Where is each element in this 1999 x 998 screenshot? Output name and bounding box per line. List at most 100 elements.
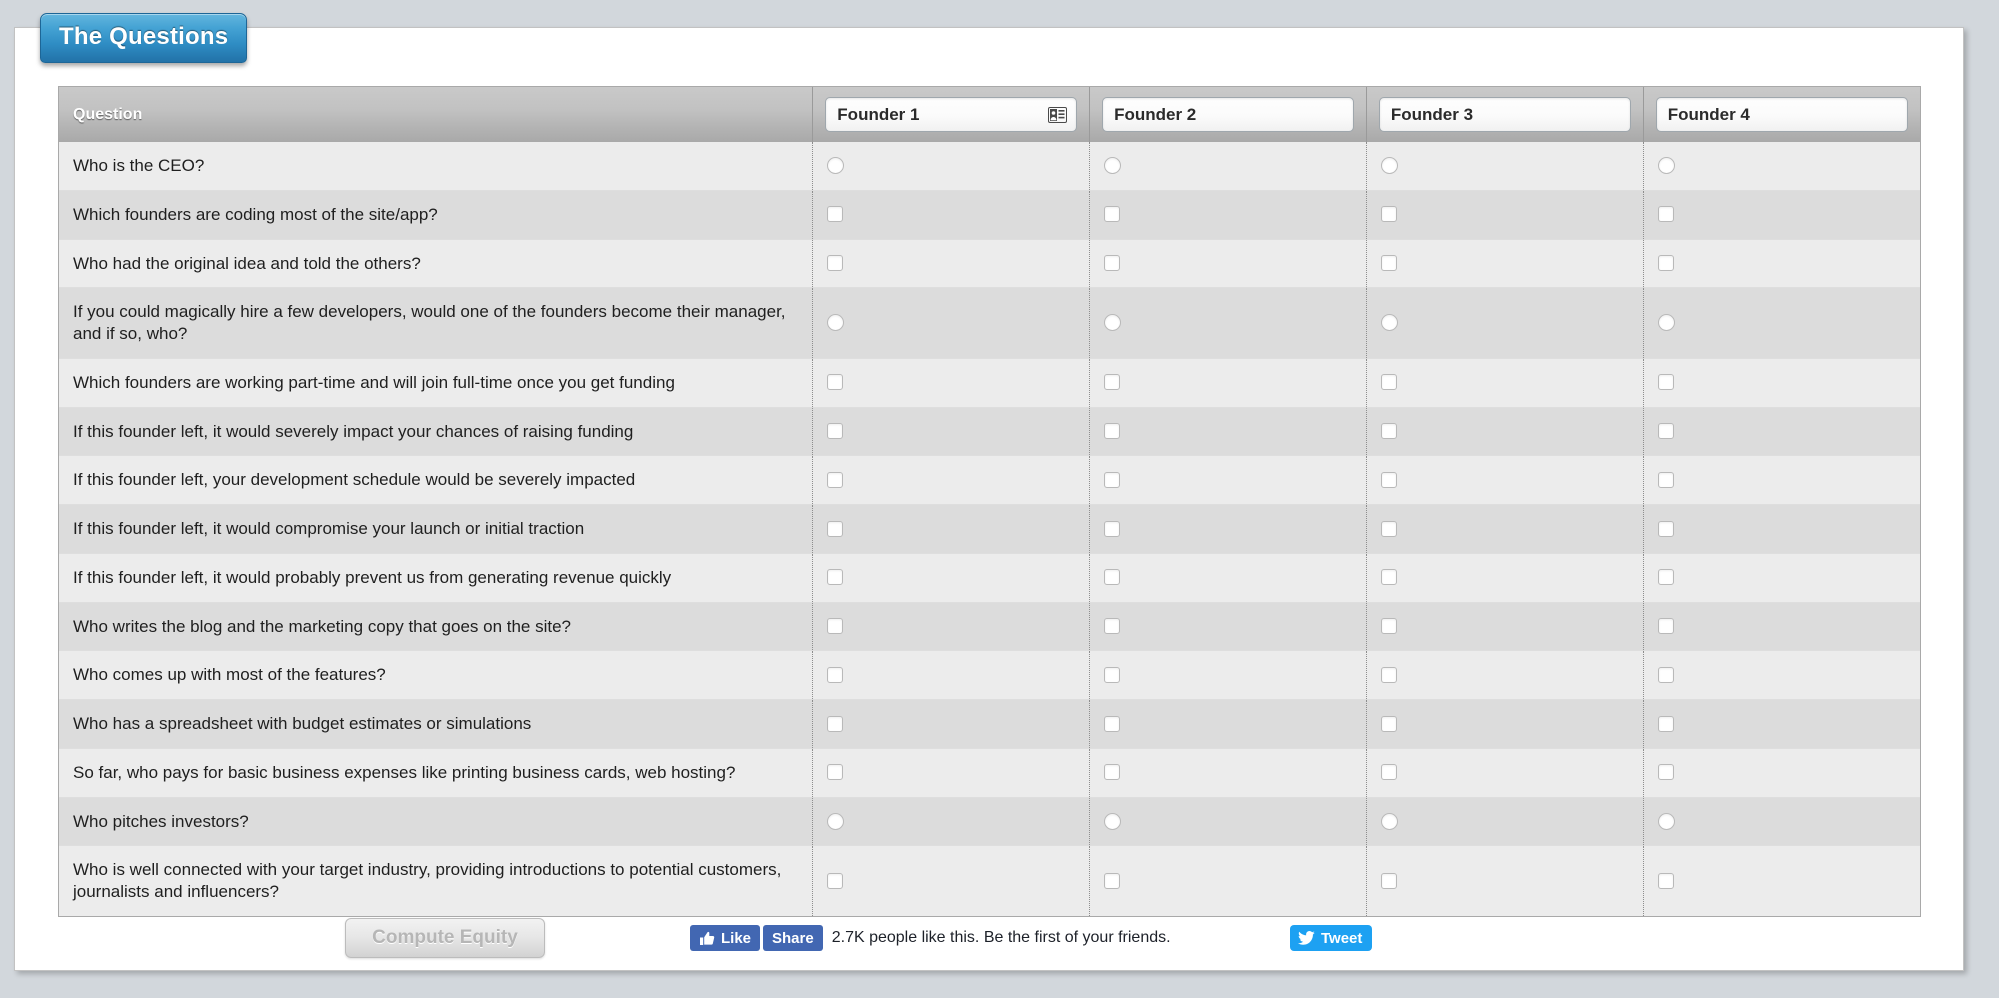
answer-cell[interactable]: [813, 288, 1090, 359]
radio-button[interactable]: [1104, 813, 1121, 830]
checkbox[interactable]: [827, 716, 843, 732]
checkbox[interactable]: [827, 569, 843, 585]
checkbox[interactable]: [1381, 472, 1397, 488]
tab-the-questions[interactable]: The Questions: [40, 13, 247, 63]
answer-cell[interactable]: [1366, 407, 1643, 456]
answer-cell[interactable]: [1643, 358, 1920, 407]
answer-cell[interactable]: [1090, 190, 1367, 239]
founder-2-input[interactable]: Founder 2: [1102, 97, 1354, 132]
answer-cell[interactable]: [1643, 797, 1920, 846]
checkbox[interactable]: [1381, 618, 1397, 634]
checkbox[interactable]: [1658, 569, 1674, 585]
founder-4-input[interactable]: Founder 4: [1656, 97, 1908, 132]
answer-cell[interactable]: [1090, 553, 1367, 602]
answer-cell[interactable]: [1090, 239, 1367, 288]
answer-cell[interactable]: [1090, 651, 1367, 700]
answer-cell[interactable]: [1090, 748, 1367, 797]
founder-1-input[interactable]: Founder 1: [825, 97, 1077, 132]
compute-equity-button[interactable]: Compute Equity: [345, 918, 545, 958]
answer-cell[interactable]: [1366, 602, 1643, 651]
answer-cell[interactable]: [1643, 846, 1920, 916]
answer-cell[interactable]: [813, 602, 1090, 651]
answer-cell[interactable]: [1366, 651, 1643, 700]
answer-cell[interactable]: [1366, 797, 1643, 846]
checkbox[interactable]: [1381, 255, 1397, 271]
answer-cell[interactable]: [1366, 553, 1643, 602]
radio-button[interactable]: [827, 314, 844, 331]
answer-cell[interactable]: [1643, 456, 1920, 505]
facebook-share-button[interactable]: Share: [763, 925, 823, 951]
checkbox[interactable]: [827, 521, 843, 537]
checkbox[interactable]: [827, 206, 843, 222]
answer-cell[interactable]: [813, 553, 1090, 602]
answer-cell[interactable]: [813, 748, 1090, 797]
checkbox[interactable]: [827, 423, 843, 439]
answer-cell[interactable]: [1090, 846, 1367, 916]
checkbox[interactable]: [1104, 206, 1120, 222]
checkbox[interactable]: [1381, 764, 1397, 780]
answer-cell[interactable]: [1090, 602, 1367, 651]
answer-cell[interactable]: [1090, 407, 1367, 456]
answer-cell[interactable]: [1643, 602, 1920, 651]
checkbox[interactable]: [1104, 423, 1120, 439]
radio-button[interactable]: [1658, 157, 1675, 174]
radio-button[interactable]: [1104, 314, 1121, 331]
checkbox[interactable]: [1381, 716, 1397, 732]
checkbox[interactable]: [1381, 206, 1397, 222]
checkbox[interactable]: [1104, 764, 1120, 780]
answer-cell[interactable]: [813, 239, 1090, 288]
answer-cell[interactable]: [1643, 407, 1920, 456]
checkbox[interactable]: [1104, 521, 1120, 537]
answer-cell[interactable]: [1366, 288, 1643, 359]
answer-cell[interactable]: [813, 505, 1090, 554]
facebook-like-button[interactable]: Like: [690, 925, 760, 951]
answer-cell[interactable]: [1643, 190, 1920, 239]
answer-cell[interactable]: [813, 797, 1090, 846]
checkbox[interactable]: [827, 255, 843, 271]
checkbox[interactable]: [827, 873, 843, 889]
radio-button[interactable]: [1381, 314, 1398, 331]
checkbox[interactable]: [1104, 716, 1120, 732]
checkbox[interactable]: [1658, 423, 1674, 439]
radio-button[interactable]: [827, 157, 844, 174]
answer-cell[interactable]: [1643, 651, 1920, 700]
answer-cell[interactable]: [1366, 190, 1643, 239]
checkbox[interactable]: [1104, 374, 1120, 390]
answer-cell[interactable]: [1643, 505, 1920, 554]
answer-cell[interactable]: [813, 190, 1090, 239]
answer-cell[interactable]: [1643, 748, 1920, 797]
checkbox[interactable]: [1381, 667, 1397, 683]
answer-cell[interactable]: [1366, 846, 1643, 916]
checkbox[interactable]: [1381, 873, 1397, 889]
radio-button[interactable]: [1381, 813, 1398, 830]
checkbox[interactable]: [1658, 716, 1674, 732]
checkbox[interactable]: [1381, 423, 1397, 439]
checkbox[interactable]: [827, 618, 843, 634]
answer-cell[interactable]: [1090, 797, 1367, 846]
answer-cell[interactable]: [813, 700, 1090, 749]
answer-cell[interactable]: [1366, 700, 1643, 749]
checkbox[interactable]: [1104, 667, 1120, 683]
checkbox[interactable]: [1658, 472, 1674, 488]
checkbox[interactable]: [1104, 472, 1120, 488]
checkbox[interactable]: [1104, 618, 1120, 634]
answer-cell[interactable]: [1366, 456, 1643, 505]
checkbox[interactable]: [827, 667, 843, 683]
checkbox[interactable]: [1104, 569, 1120, 585]
answer-cell[interactable]: [1090, 456, 1367, 505]
answer-cell[interactable]: [1090, 700, 1367, 749]
radio-button[interactable]: [827, 813, 844, 830]
answer-cell[interactable]: [1643, 239, 1920, 288]
answer-cell[interactable]: [1366, 239, 1643, 288]
checkbox[interactable]: [1658, 873, 1674, 889]
checkbox[interactable]: [1381, 569, 1397, 585]
checkbox[interactable]: [1381, 374, 1397, 390]
checkbox[interactable]: [1381, 521, 1397, 537]
radio-button[interactable]: [1658, 314, 1675, 331]
answer-cell[interactable]: [1090, 142, 1367, 190]
founder-3-input[interactable]: Founder 3: [1379, 97, 1631, 132]
answer-cell[interactable]: [1643, 553, 1920, 602]
checkbox[interactable]: [1104, 873, 1120, 889]
checkbox[interactable]: [1658, 521, 1674, 537]
checkbox[interactable]: [827, 374, 843, 390]
